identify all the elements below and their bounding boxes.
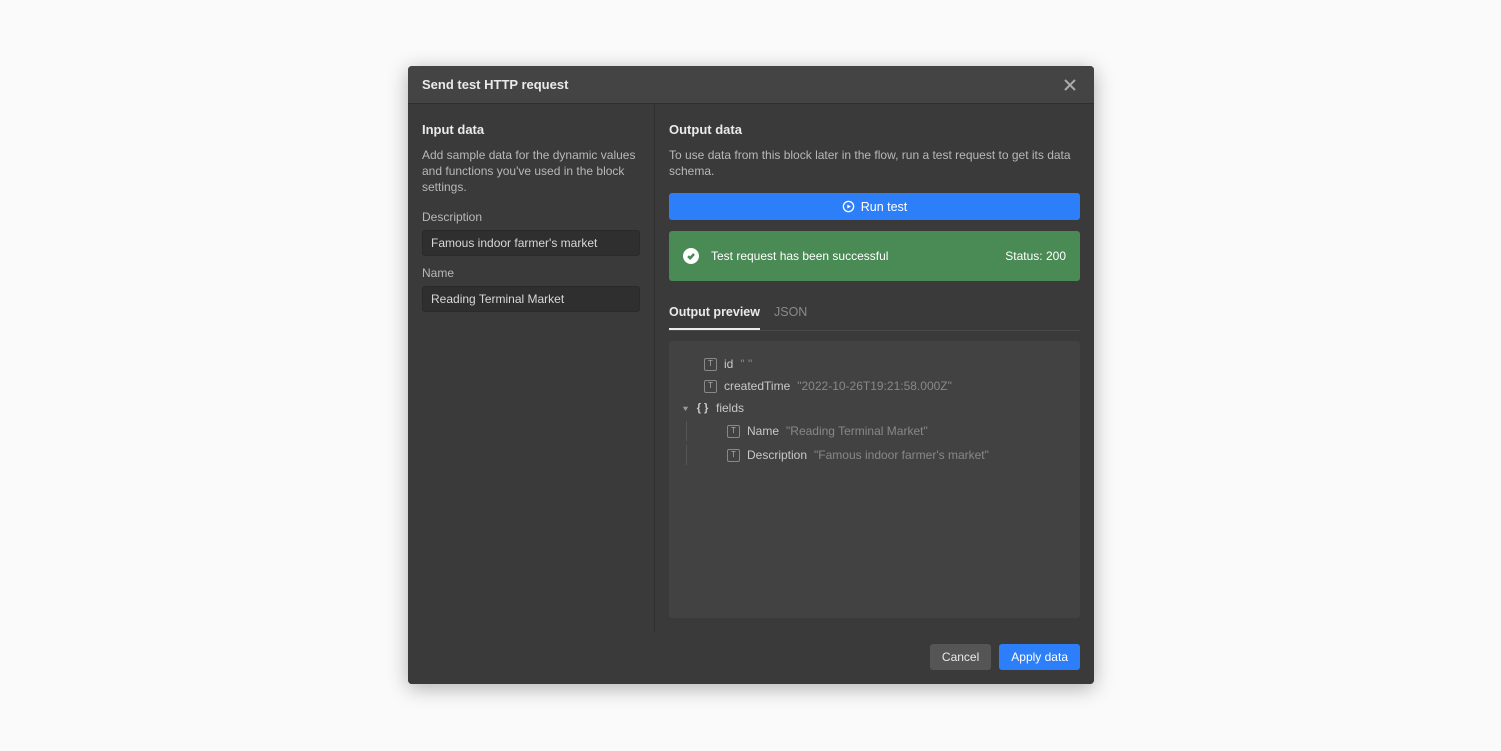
output-title: Output data [669, 122, 1080, 137]
text-type-icon: T [704, 380, 717, 393]
close-button[interactable] [1060, 75, 1080, 95]
tree-value: "2022-10-26T19:21:58.000Z" [797, 377, 952, 395]
tree-row-fields-name: T Name "Reading Terminal Market" [681, 419, 1068, 443]
tree-value: " " [740, 355, 752, 373]
tab-json[interactable]: JSON [774, 299, 807, 330]
output-tabs: Output preview JSON [669, 299, 1080, 331]
tree-key: fields [716, 399, 744, 417]
modal-title: Send test HTTP request [422, 77, 568, 92]
play-circle-icon [842, 200, 855, 213]
tab-output-preview[interactable]: Output preview [669, 299, 760, 330]
test-http-request-modal: Send test HTTP request Input data Add sa… [408, 66, 1094, 684]
tree-key: createdTime [724, 377, 790, 395]
apply-data-button[interactable]: Apply data [999, 644, 1080, 670]
tree-value: "Famous indoor farmer's market" [814, 446, 989, 464]
output-pane: Output data To use data from this block … [655, 104, 1094, 632]
modal-header: Send test HTTP request [408, 66, 1094, 104]
tree-row-createdtime: T createdTime "2022-10-26T19:21:58.000Z" [681, 375, 1068, 397]
output-description: To use data from this block later in the… [669, 147, 1080, 179]
tree-key: id [724, 355, 733, 373]
output-preview-box[interactable]: T id " " T createdTime "2022-10-26T19:21… [669, 341, 1080, 618]
status-banner: Test request has been successful Status:… [669, 231, 1080, 281]
close-icon [1063, 78, 1077, 92]
run-test-button[interactable]: Run test [669, 193, 1080, 220]
text-type-icon: T [727, 425, 740, 438]
modal-footer: Cancel Apply data [408, 632, 1094, 684]
name-input[interactable] [422, 286, 640, 312]
description-input[interactable] [422, 230, 640, 256]
modal-body: Input data Add sample data for the dynam… [408, 104, 1094, 632]
tree-row-fields[interactable]: { } fields [681, 397, 1068, 419]
success-check-icon [683, 248, 699, 264]
text-type-icon: T [727, 449, 740, 462]
tree-value: "Reading Terminal Market" [786, 422, 928, 440]
input-pane: Input data Add sample data for the dynam… [408, 104, 655, 632]
object-type-icon: { } [696, 402, 709, 415]
cancel-button[interactable]: Cancel [930, 644, 991, 670]
input-description: Add sample data for the dynamic values a… [422, 147, 640, 196]
status-message: Test request has been successful [711, 249, 888, 263]
status-code: Status: 200 [1005, 249, 1066, 263]
run-test-label: Run test [861, 200, 908, 214]
tree-key: Description [747, 446, 807, 464]
status-left: Test request has been successful [683, 248, 888, 264]
field-label-name: Name [422, 266, 640, 280]
tree-key: Name [747, 422, 779, 440]
collapse-toggle-icon[interactable] [681, 404, 689, 412]
field-label-description: Description [422, 210, 640, 224]
text-type-icon: T [704, 358, 717, 371]
input-title: Input data [422, 122, 640, 137]
tree-row-fields-description: T Description "Famous indoor farmer's ma… [681, 443, 1068, 467]
tree-row-id: T id " " [681, 353, 1068, 375]
